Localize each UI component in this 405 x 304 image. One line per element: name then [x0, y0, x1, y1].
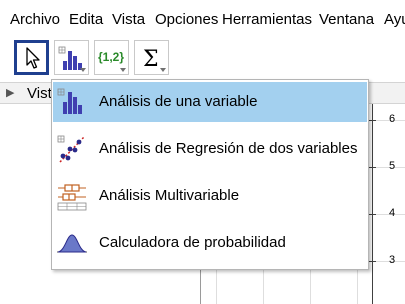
submenu-arrow-icon: [120, 68, 126, 72]
menu-edita[interactable]: Edita: [69, 11, 103, 29]
svg-text:{1,2}: {1,2}: [98, 50, 124, 64]
y-tick-label: 4: [389, 207, 396, 219]
menu-item-multivariable-analysis[interactable]: Análisis Multivariable: [53, 176, 367, 216]
menu-item-two-variable-regression[interactable]: Análisis de Regresión de dos variables: [53, 129, 367, 169]
toolbar: {1,2} Σ: [0, 38, 405, 82]
move-tool-button[interactable]: [14, 40, 49, 75]
one-variable-bar-chart-icon: [57, 88, 82, 114]
menu-item-label: Análisis Multivariable: [99, 187, 240, 204]
tool-dropdown-menu: Análisis de una variable Análisis de Reg…: [51, 79, 369, 270]
one-variable-tool-button[interactable]: [54, 40, 89, 75]
menu-item-one-variable-analysis[interactable]: Análisis de una variable: [53, 82, 367, 122]
menu-herramientas[interactable]: Herramientas: [222, 11, 312, 29]
y-tick-label: 5: [389, 160, 396, 172]
arrow-pointer-icon: [26, 47, 40, 69]
normal-distribution-icon: [57, 234, 87, 253]
svg-text:Σ: Σ: [143, 47, 159, 72]
menu-opciones[interactable]: Opciones: [155, 11, 218, 29]
y-tick-label: 6: [389, 113, 396, 125]
y-tick: [369, 214, 376, 215]
y-tick-label: 3: [389, 254, 396, 266]
y-tick: [369, 167, 376, 168]
menu-item-label: Análisis de una variable: [99, 93, 258, 110]
y-axis: [372, 104, 373, 304]
list-tool-button[interactable]: {1,2}: [94, 40, 129, 75]
sum-tool-button[interactable]: Σ: [134, 40, 169, 75]
boxplot-icon: [57, 184, 87, 211]
menu-item-label: Análisis de Regresión de dos variables: [99, 140, 358, 157]
menu-vista[interactable]: Vista: [112, 11, 145, 29]
menu-archivo[interactable]: Archivo: [10, 11, 60, 29]
menu-item-label: Calculadora de probabilidad: [99, 234, 286, 251]
menu-ayuda[interactable]: Ayu: [384, 11, 405, 29]
submenu-arrow-icon: [160, 68, 166, 72]
y-tick: [369, 120, 376, 121]
submenu-arrow-icon: [80, 68, 86, 72]
menu-item-probability-calculator[interactable]: Calculadora de probabilidad: [53, 223, 367, 263]
menu-bar: Archivo Edita Vista Opciones Herramienta…: [0, 0, 405, 38]
triangle-right-icon[interactable]: ▶: [6, 86, 14, 99]
y-tick: [369, 261, 376, 262]
menu-ventana[interactable]: Ventana: [319, 11, 374, 29]
regression-scatter-icon: [57, 135, 85, 163]
